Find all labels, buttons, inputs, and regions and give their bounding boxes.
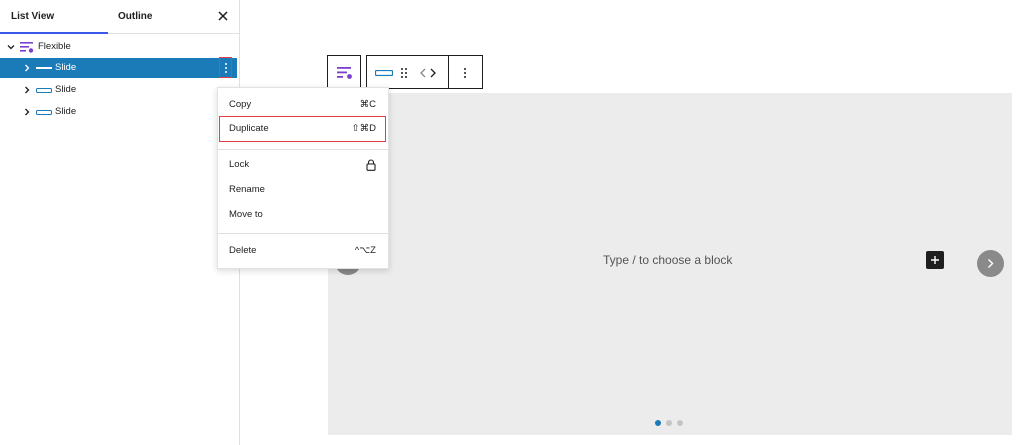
tree-item-flexible[interactable]: Flexible <box>0 37 237 57</box>
tab-list-view[interactable]: List View <box>0 0 108 34</box>
chevron-right-icon <box>988 259 994 268</box>
menu-item-label: Copy <box>229 99 252 110</box>
list-view-panel: List View Outline Flexible Slide Slide S… <box>0 0 240 445</box>
menu-item-label: Rename <box>229 184 265 195</box>
block-toolbar <box>366 55 483 89</box>
chevron-right-icon[interactable] <box>22 85 32 95</box>
chevron-down-icon[interactable] <box>6 42 16 52</box>
menu-item-copy[interactable]: Copy ⌘C <box>218 95 388 115</box>
duplicate-highlight <box>219 116 386 142</box>
slide-block-icon <box>36 67 52 69</box>
menu-item-label: Delete <box>229 245 257 256</box>
tree-item-label: Flexible <box>38 41 71 52</box>
slide-block-icon <box>36 110 52 115</box>
menu-item-label: Lock <box>229 159 250 170</box>
menu-item-delete[interactable]: Delete ^⌥Z <box>218 241 388 261</box>
menu-item-label: Move to <box>229 209 263 220</box>
slide-block-icon[interactable] <box>375 70 393 76</box>
chevron-right-icon[interactable] <box>22 63 32 73</box>
toolbar-divider <box>448 56 449 88</box>
tree-item-slide-1[interactable]: Slide <box>0 58 237 78</box>
panel-tabs: List View Outline <box>0 0 239 34</box>
carousel-dot-active[interactable] <box>655 420 661 426</box>
menu-divider <box>218 233 388 234</box>
carousel-dot[interactable] <box>677 420 683 426</box>
slide-block-icon <box>36 88 52 93</box>
tree-item-slide-3[interactable]: Slide <box>0 102 237 122</box>
tree-item-label: Slide <box>55 106 77 117</box>
lock-icon <box>366 159 376 171</box>
block-placeholder[interactable]: Type / to choose a block <box>603 253 732 267</box>
plus-icon <box>931 256 939 264</box>
flexible-block-icon <box>20 42 34 53</box>
next-slide-button[interactable] <box>977 250 1004 277</box>
menu-item-move-to[interactable]: Move to <box>218 205 388 225</box>
menu-divider <box>218 149 388 150</box>
chevron-right-icon[interactable] <box>22 107 32 117</box>
carousel-dot[interactable] <box>666 420 672 426</box>
flexible-block-icon <box>337 67 352 79</box>
drag-handle-icon[interactable] <box>400 67 408 79</box>
add-block-button[interactable] <box>926 251 944 269</box>
block-options-menu: Copy ⌘C Duplicate ⇧⌘D Lock Rename Move t… <box>217 87 389 269</box>
move-left-icon[interactable] <box>419 67 427 79</box>
more-vertical-icon[interactable] <box>460 67 470 79</box>
menu-item-lock[interactable]: Lock <box>218 155 388 175</box>
block-options-button[interactable] <box>219 57 232 78</box>
move-right-icon[interactable] <box>429 67 437 79</box>
close-icon[interactable] <box>216 9 230 23</box>
menu-item-shortcut: ^⌥Z <box>354 245 376 256</box>
tree-item-label: Slide <box>55 62 77 73</box>
tab-outline[interactable]: Outline <box>118 0 152 33</box>
tree-item-label: Slide <box>55 84 77 95</box>
menu-item-rename[interactable]: Rename <box>218 180 388 200</box>
tree-item-slide-2[interactable]: Slide <box>0 80 237 100</box>
parent-block-button[interactable] <box>327 55 361 89</box>
menu-item-shortcut: ⌘C <box>359 99 376 110</box>
